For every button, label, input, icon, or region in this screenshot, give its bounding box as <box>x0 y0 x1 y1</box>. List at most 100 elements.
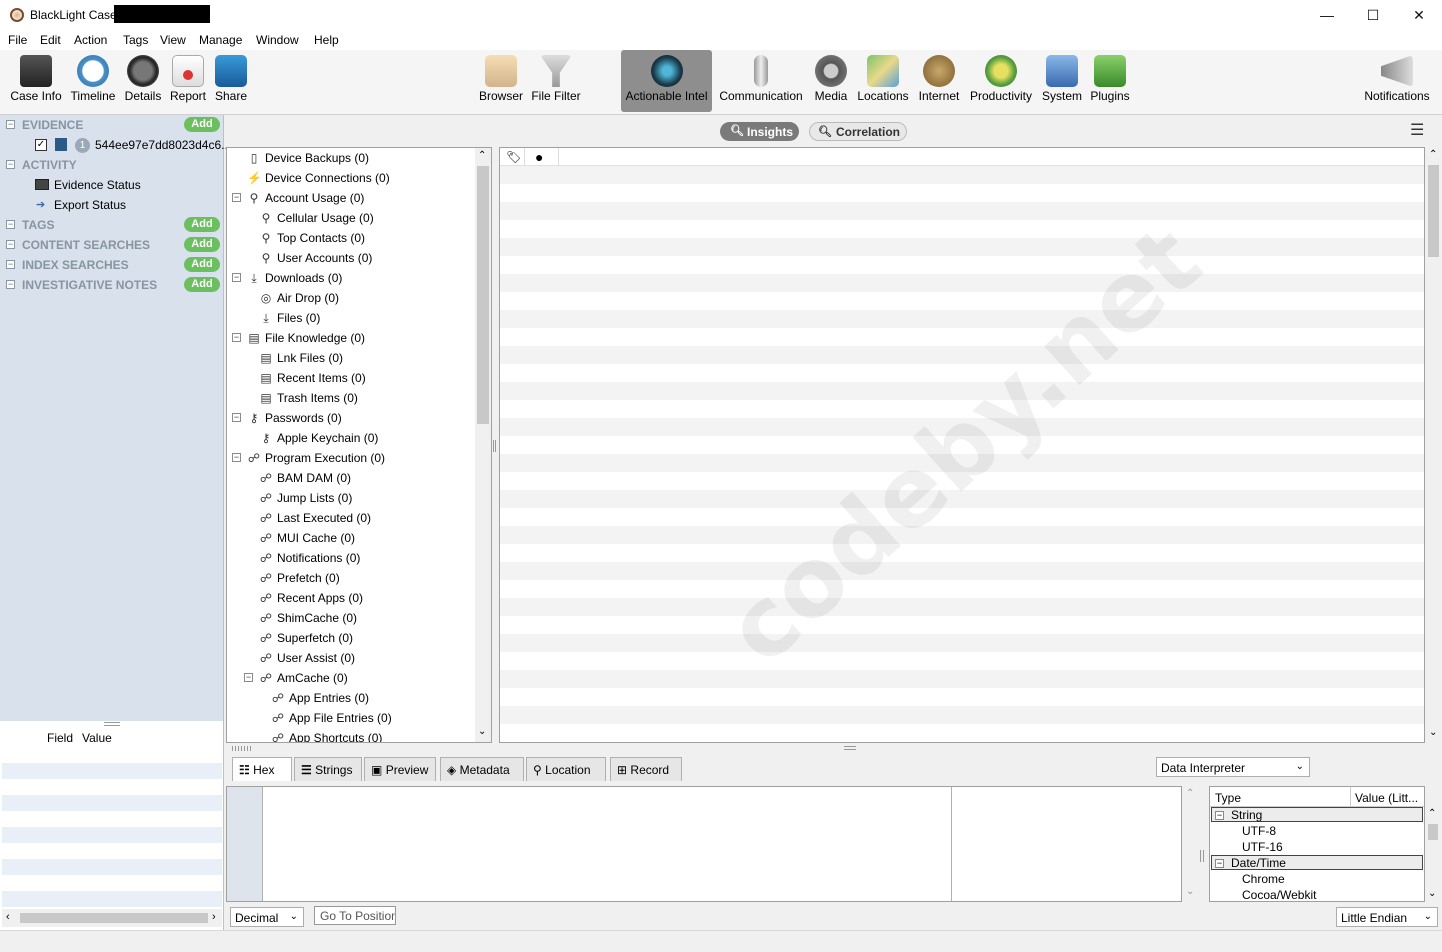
tree-node[interactable]: ☍ Last Executed (0) <box>227 508 473 528</box>
goto-position-input[interactable]: Go To Position <box>314 906 396 925</box>
tree-node[interactable]: − ☍ AmCache (0) <box>227 668 473 688</box>
type-column-header[interactable]: Type <box>1215 791 1241 805</box>
menu-manage[interactable]: Manage <box>199 33 242 47</box>
export-status-item[interactable]: ➔ Export Status <box>0 195 224 215</box>
menu-file[interactable]: File <box>8 33 27 47</box>
hex-vertical-scrollbar[interactable]: ⌃ ⌄ <box>1184 786 1198 902</box>
add-index-search-button[interactable]: Add <box>184 257 220 272</box>
tree-node[interactable]: ☍ Notifications (0) <box>227 548 473 568</box>
scroll-up-icon[interactable]: ⌃ <box>1186 788 1194 799</box>
collapse-icon[interactable]: − <box>244 673 253 682</box>
tree-vertical-scrollbar[interactable]: ⌃ ⌄ <box>475 148 491 742</box>
tree-node[interactable]: ☍ Recent Apps (0) <box>227 588 473 608</box>
evidence-section[interactable]: − EVIDENCE Add <box>0 115 224 135</box>
system-button[interactable]: System <box>1040 50 1084 112</box>
locations-button[interactable]: Locations <box>855 50 911 112</box>
tree-node[interactable]: ☍ App Shortcuts (0) <box>227 728 473 742</box>
tree-node[interactable]: ⚲ Cellular Usage (0) <box>227 208 473 228</box>
tree-node[interactable]: ⚲ Top Contacts (0) <box>227 228 473 248</box>
interpreter-vertical-scrollbar[interactable]: ⌃ ⌄ <box>1426 806 1440 902</box>
grip-handle[interactable] <box>232 746 252 751</box>
collapse-icon[interactable]: − <box>232 453 241 462</box>
collapse-icon[interactable]: − <box>6 160 15 169</box>
productivity-button[interactable]: Productivity <box>967 50 1035 112</box>
evidence-checkbox[interactable]: ✓ <box>35 139 47 151</box>
tree-node[interactable]: ▤ Recent Items (0) <box>227 368 473 388</box>
tree-node[interactable]: ☍ Jump Lists (0) <box>227 488 473 508</box>
horizontal-scrollbar[interactable]: ‹ › <box>2 909 222 927</box>
activity-section[interactable]: − ACTIVITY <box>0 155 224 175</box>
scroll-up-icon[interactable]: ⌃ <box>1428 808 1436 819</box>
column-settings-icon[interactable]: ☰ <box>1410 120 1430 140</box>
scroll-up-icon[interactable]: ⌃ <box>478 150 486 161</box>
menu-tags[interactable]: Tags <box>123 33 148 47</box>
tab-hex[interactable]: ☷ Hex <box>232 757 292 781</box>
collapse-icon[interactable]: − <box>232 413 241 422</box>
splitter-handle[interactable] <box>104 722 120 726</box>
tree-node[interactable]: ☍ ShimCache (0) <box>227 608 473 628</box>
actionable-intel-button[interactable]: Actionable Intel <box>621 50 712 112</box>
collapse-icon[interactable]: − <box>232 193 241 202</box>
media-button[interactable]: Media <box>812 50 850 112</box>
index-searches-section[interactable]: − INDEX SEARCHES Add <box>0 255 224 275</box>
flag-column-icon[interactable]: ● <box>535 149 543 165</box>
add-note-button[interactable]: Add <box>184 277 220 292</box>
table-row[interactable] <box>500 616 1424 634</box>
scrollbar-thumb[interactable] <box>477 166 489 424</box>
tree-node[interactable]: ☍ Prefetch (0) <box>227 568 473 588</box>
internet-button[interactable]: Internet <box>916 50 962 112</box>
file-filter-button[interactable]: File Filter <box>530 50 582 112</box>
table-row[interactable] <box>500 544 1424 562</box>
tab-preview[interactable]: ▣ Preview <box>364 757 436 781</box>
tree-node[interactable]: − ⚷ Passwords (0) <box>227 408 473 428</box>
collapse-icon[interactable]: − <box>6 260 15 269</box>
collapse-icon[interactable]: − <box>232 273 241 282</box>
tree-node[interactable]: ▯ Device Backups (0) <box>227 148 473 168</box>
data-interpreter-select[interactable]: Data Interpreter ⌄ <box>1156 757 1310 777</box>
table-row[interactable] <box>500 256 1424 274</box>
table-row[interactable] <box>500 724 1424 742</box>
tree-node[interactable]: ☍ Superfetch (0) <box>227 628 473 648</box>
grid-vertical-scrollbar[interactable]: ⌃ ⌄ <box>1426 147 1441 743</box>
table-row[interactable] <box>500 688 1424 706</box>
tree-node[interactable]: ⤓ Files (0) <box>227 308 473 328</box>
browser-button[interactable]: Browser <box>478 50 524 112</box>
menu-edit[interactable]: Edit <box>40 33 61 47</box>
group-datetime[interactable]: − Date/Time <box>1211 855 1423 870</box>
table-row[interactable] <box>500 634 1424 652</box>
menu-window[interactable]: Window <box>256 33 299 47</box>
table-row[interactable] <box>500 184 1424 202</box>
share-button[interactable]: Share <box>212 50 250 112</box>
scroll-up-icon[interactable]: ⌃ <box>1429 149 1437 160</box>
tree-node[interactable]: ⚲ User Accounts (0) <box>227 248 473 268</box>
table-row[interactable] <box>500 454 1424 472</box>
collapse-icon[interactable]: − <box>1215 859 1224 868</box>
collapse-icon[interactable]: − <box>232 333 241 342</box>
value-column-header[interactable]: Value <box>82 731 112 745</box>
table-row[interactable] <box>500 346 1424 364</box>
evidence-item[interactable]: ✓ 1 544ee97e7dd8023d4c6... <box>0 135 231 155</box>
chrome-row[interactable]: Chrome <box>1242 872 1285 886</box>
table-row[interactable] <box>500 202 1424 220</box>
tree-node[interactable]: ⚷ Apple Keychain (0) <box>227 428 473 448</box>
collapse-icon[interactable]: − <box>6 280 15 289</box>
horizontal-splitter[interactable] <box>844 746 856 750</box>
field-column-header[interactable]: Field <box>47 731 73 745</box>
investigative-notes-section[interactable]: − INVESTIGATIVE NOTES Add <box>0 275 224 295</box>
table-row[interactable] <box>500 418 1424 436</box>
tag-column-icon[interactable]: 🏷︎ <box>506 150 522 164</box>
table-row[interactable] <box>500 436 1424 454</box>
cocoa-webkit-row[interactable]: Cocoa/Webkit <box>1242 888 1316 901</box>
utf8-row[interactable]: UTF-8 <box>1242 824 1276 838</box>
maximize-button[interactable]: ☐ <box>1350 0 1396 30</box>
table-row[interactable] <box>500 292 1424 310</box>
menu-view[interactable]: View <box>160 33 186 47</box>
vertical-splitter[interactable] <box>493 440 496 452</box>
tree-node[interactable]: ▤ Lnk Files (0) <box>227 348 473 368</box>
scroll-down-icon[interactable]: ⌄ <box>478 726 486 737</box>
tab-strings[interactable]: ☰ Strings <box>294 757 362 781</box>
table-row[interactable] <box>500 526 1424 544</box>
table-row[interactable] <box>500 400 1424 418</box>
table-row[interactable] <box>500 310 1424 328</box>
plugins-button[interactable]: Plugins <box>1088 50 1132 112</box>
